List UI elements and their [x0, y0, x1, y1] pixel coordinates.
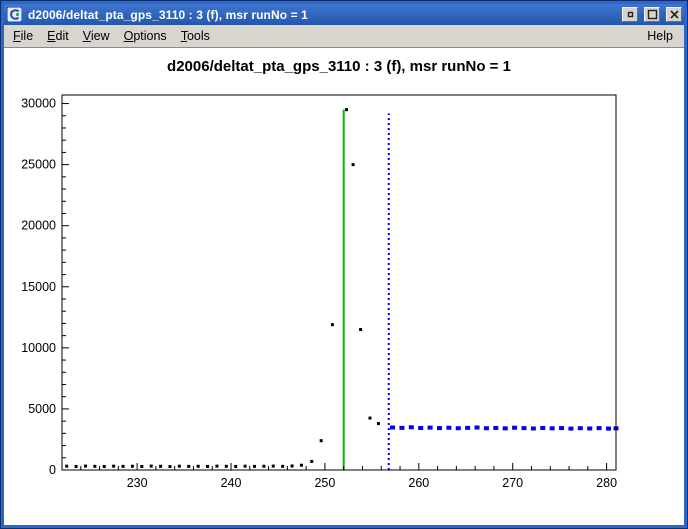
y-tick-label: 10000	[21, 341, 56, 355]
y-tick-label: 15000	[21, 280, 56, 294]
x-tick-label: 260	[408, 476, 429, 490]
maximize-button[interactable]	[644, 7, 660, 22]
y-tick-label: 20000	[21, 219, 56, 233]
plot[interactable]: d2006/deltat_pta_gps_3110 : 3 (f), msr r…	[4, 48, 684, 525]
axis-ticks	[62, 104, 607, 470]
x-tick-label: 270	[502, 476, 523, 490]
maximize-icon	[647, 9, 658, 20]
series-theory-fit[interactable]	[390, 425, 618, 430]
menu-edit[interactable]: Edit	[40, 26, 76, 46]
menu-options[interactable]: Options	[117, 26, 174, 46]
titlebar[interactable]: d2006/deltat_pta_gps_3110 : 3 (f), msr r…	[4, 4, 684, 25]
menu-view[interactable]: View	[76, 26, 117, 46]
minimize-button[interactable]	[622, 7, 638, 22]
minimize-icon	[625, 9, 636, 20]
menubar: FileEditViewOptionsTools Help	[4, 25, 684, 48]
menu-file[interactable]: File	[6, 26, 40, 46]
x-tick-label: 250	[314, 476, 335, 490]
plot-frame[interactable]	[62, 95, 616, 470]
menu-items: FileEditViewOptionsTools	[6, 26, 217, 46]
menu-tools[interactable]: Tools	[174, 26, 217, 46]
close-icon	[669, 9, 680, 20]
x-tick-label: 230	[127, 476, 148, 490]
close-button[interactable]	[666, 7, 682, 22]
y-tick-label: 0	[49, 463, 56, 477]
x-tick-label: 240	[221, 476, 242, 490]
plot-title: d2006/deltat_pta_gps_3110 : 3 (f), msr r…	[167, 58, 511, 75]
y-tick-label: 5000	[28, 402, 56, 416]
x-tick-label: 280	[596, 476, 617, 490]
menu-help[interactable]: Help	[640, 26, 680, 46]
series-histogram-data[interactable]	[65, 108, 380, 468]
root-canvas-window: d2006/deltat_pta_gps_3110 : 3 (f), msr r…	[0, 0, 688, 529]
canvas-area[interactable]: d2006/deltat_pta_gps_3110 : 3 (f), msr r…	[4, 48, 684, 525]
y-tick-label: 30000	[21, 97, 56, 111]
root-logo-icon	[6, 7, 22, 23]
y-tick-label: 25000	[21, 158, 56, 172]
window-title: d2006/deltat_pta_gps_3110 : 3 (f), msr r…	[26, 8, 616, 22]
